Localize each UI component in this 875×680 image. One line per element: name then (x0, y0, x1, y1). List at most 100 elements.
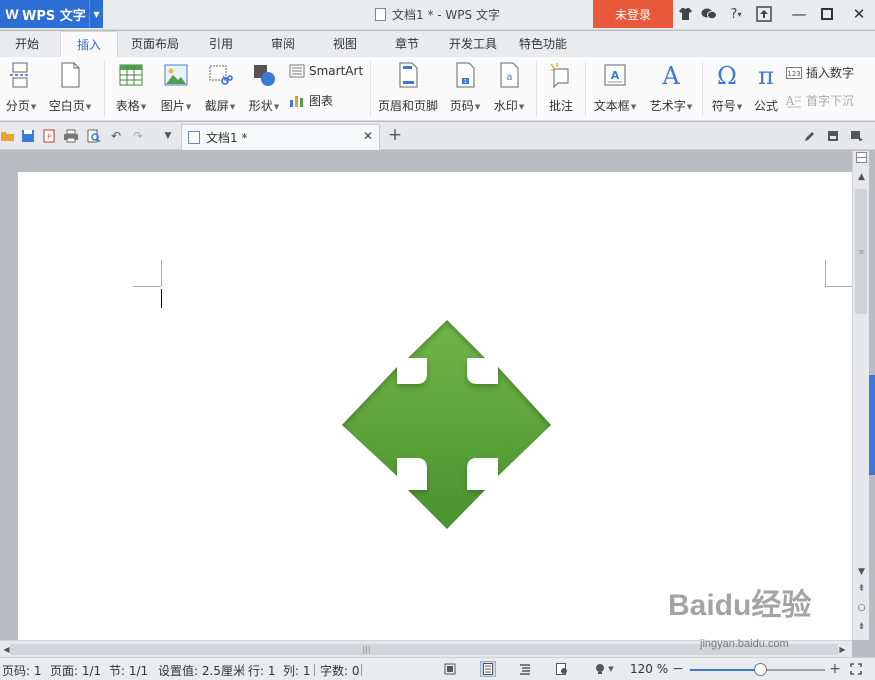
symbol-button[interactable]: Ω 符号▼ (706, 61, 748, 115)
status-word-count[interactable]: 字数: 0 (320, 662, 360, 679)
number-icon: 123 (786, 66, 802, 79)
page-view-icon[interactable] (480, 661, 496, 677)
edit-mode-icon[interactable] (802, 128, 818, 144)
open-folder-icon[interactable] (0, 128, 16, 144)
web-view-icon[interactable] (554, 661, 570, 677)
undo-icon[interactable]: ↶ (108, 128, 124, 144)
login-button[interactable]: 未登录 (593, 0, 673, 28)
minimize-icon[interactable]: — (788, 3, 810, 25)
new-tab-icon[interactable]: + (386, 126, 404, 144)
document-icon (375, 8, 387, 21)
header-footer-button[interactable]: 页眉和页脚 (375, 61, 441, 115)
smartart-icon (289, 64, 305, 78)
zoom-in-icon[interactable]: + (827, 661, 843, 677)
upload-icon[interactable] (755, 5, 773, 23)
next-page-icon[interactable]: ⇟ (855, 621, 868, 634)
wps-logo-icon: W (5, 6, 19, 22)
tab-page-layout[interactable]: 页面布局 (124, 31, 186, 58)
ribbon-tabs: 开始 插入 页面布局 引用 审阅 视图 章节 开发工具 特色功能 (0, 31, 875, 58)
close-tab-icon[interactable]: ✕ (361, 129, 375, 143)
baidu-watermark-url: jingyan.baidu.com (700, 638, 789, 650)
crop-mark (825, 260, 826, 286)
status-section: 节: 1/1 (109, 664, 149, 678)
app-menu-button[interactable]: W WPS 文字 ▼ (0, 0, 103, 28)
watermark-button[interactable]: a 水印▼ (488, 61, 530, 115)
tab-special[interactable]: 特色功能 (512, 31, 574, 58)
equation-button[interactable]: π 公式 (749, 61, 783, 115)
text-cursor (161, 289, 162, 308)
page-break-button[interactable]: 分页▼ (0, 61, 42, 115)
tab-references[interactable]: 引用 (196, 31, 246, 58)
select-browse-object-icon[interactable]: ○ (855, 602, 868, 615)
screenshot-icon (209, 65, 233, 85)
wordart-label: 艺术字 (649, 99, 686, 113)
page-number-button[interactable]: 1 页码▼ (444, 61, 486, 115)
customize-dropdown-icon[interactable]: ▼ (160, 128, 176, 144)
tab-insert[interactable]: 插入 (60, 31, 118, 58)
pi-icon: π (758, 62, 774, 90)
comment-icon (550, 63, 569, 89)
blank-page-button[interactable]: 空白页▼ (44, 61, 96, 115)
fit-page-icon[interactable] (848, 661, 864, 677)
wordart-button[interactable]: A 艺术字▼ (645, 61, 697, 115)
vertical-scrollbar[interactable]: ▲ ≡ ▼ ⇞ ○ ⇟ (852, 151, 869, 640)
scroll-up-icon[interactable]: ▲ (855, 171, 868, 184)
header-footer-label: 页眉和页脚 (377, 99, 438, 113)
chevron-down-icon[interactable]: ▼ (89, 0, 103, 28)
drop-cap-icon: A (786, 94, 801, 108)
help-icon[interactable]: ? ▾ (724, 5, 748, 23)
close-icon[interactable]: ✕ (848, 3, 870, 25)
scroll-down-icon[interactable]: ▼ (855, 566, 868, 579)
ribbon-collapse-icon[interactable] (825, 128, 841, 144)
fullscreen-icon[interactable] (442, 661, 458, 677)
chart-button[interactable]: 图表 (289, 92, 333, 109)
four-way-arrow-shape[interactable] (340, 318, 554, 532)
eye-protection-icon[interactable]: ▼ (590, 661, 618, 677)
tab-review[interactable]: 审阅 (258, 31, 308, 58)
smartart-button[interactable]: SmartArt (289, 64, 363, 78)
tab-developer[interactable]: 开发工具 (442, 31, 504, 58)
crop-mark (161, 260, 162, 286)
print-icon[interactable] (63, 128, 79, 144)
picture-label: 图片 (160, 99, 185, 113)
table-button[interactable]: 表格▼ (110, 61, 152, 115)
tab-view[interactable]: 视图 (320, 31, 370, 58)
tab-section[interactable]: 章节 (382, 31, 432, 58)
textbox-button[interactable]: A 文本框▼ (589, 61, 641, 115)
skin-shirt-icon[interactable] (676, 5, 694, 23)
comment-button[interactable]: 批注 (541, 61, 581, 115)
status-pages: 页面: 1/1 (50, 664, 102, 678)
picture-button[interactable]: 图片▼ (155, 61, 197, 115)
crop-mark (825, 286, 852, 287)
header-footer-icon (399, 62, 418, 88)
tab-home[interactable]: 开始 (0, 31, 54, 58)
document-tab[interactable]: 文档1 * ✕ (181, 124, 380, 150)
maximize-icon[interactable] (816, 3, 838, 25)
zoom-level[interactable]: 120 % (630, 662, 668, 676)
zoom-slider-thumb[interactable] (754, 663, 768, 676)
redo-icon[interactable]: ↷ (130, 128, 146, 144)
svg-text:A: A (786, 94, 795, 108)
zoom-out-icon[interactable]: − (670, 661, 686, 677)
omega-icon: Ω (717, 62, 737, 90)
side-panel-toggle[interactable] (869, 375, 875, 475)
outline-view-icon[interactable] (517, 661, 533, 677)
table-label: 表格 (115, 99, 140, 113)
insert-number-button[interactable]: 123 插入数字 (786, 64, 854, 81)
feedback-chat-icon[interactable] (700, 5, 718, 23)
ribbon-insert: 分页▼ 空白页▼ 表格▼ 图片▼ 截屏▼ 形状▼ SmartArt 图表 页眉和… (0, 57, 875, 121)
share-icon[interactable] (849, 128, 865, 144)
print-preview-icon[interactable] (86, 128, 102, 144)
quick-access-bar: P ↶ ↷ ▼ 文档1 * ✕ + (0, 122, 875, 150)
export-pdf-icon[interactable]: P (41, 128, 57, 144)
app-name: WPS 文字 (22, 8, 86, 24)
smartart-label: SmartArt (309, 64, 364, 78)
drop-cap-button[interactable]: A 首字下沉 (786, 92, 854, 109)
previous-page-icon[interactable]: ⇞ (855, 583, 868, 596)
shapes-button[interactable]: 形状▼ (243, 61, 285, 115)
scroll-right-icon[interactable]: ▶ (836, 643, 849, 656)
screenshot-button[interactable]: 截屏▼ (199, 61, 241, 115)
page-break-label: 分页 (5, 99, 30, 113)
save-icon[interactable] (20, 128, 36, 144)
split-view-icon[interactable] (855, 152, 868, 165)
